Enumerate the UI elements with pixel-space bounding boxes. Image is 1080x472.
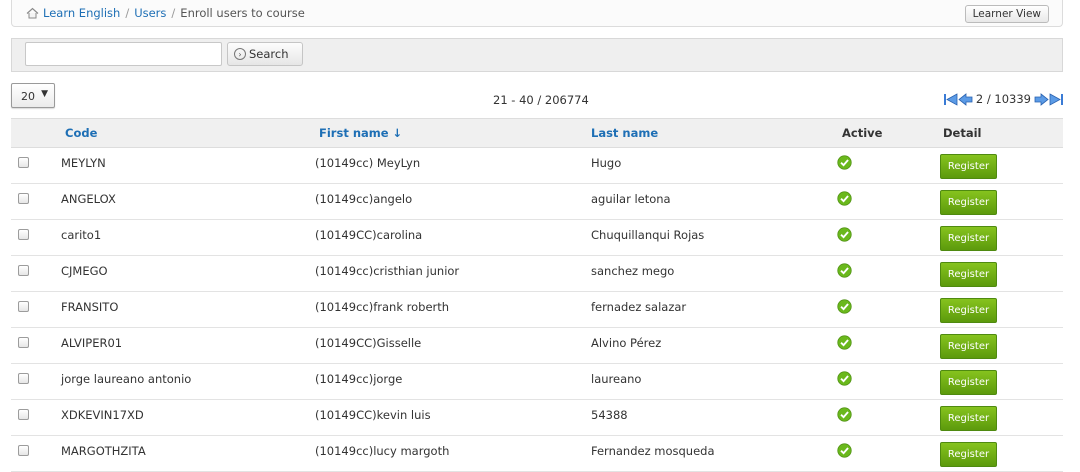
detail-column-header: Detail: [943, 126, 982, 140]
user-code: carito1: [61, 227, 102, 242]
first-page-icon[interactable]: [943, 92, 958, 106]
row-checkbox[interactable]: [18, 229, 29, 240]
last-name-column-header[interactable]: Last name: [591, 126, 658, 140]
chevron-right-icon: ›: [234, 48, 246, 60]
page-indicator: 2 / 10339: [975, 92, 1031, 106]
user-last-name: Chuquillanqui Rojas: [591, 227, 705, 242]
active-check-icon: [837, 371, 852, 386]
register-button[interactable]: Register: [940, 406, 997, 431]
search-button-label: Search: [249, 47, 289, 61]
register-button[interactable]: Register: [940, 154, 997, 179]
row-checkbox[interactable]: [18, 373, 29, 384]
user-first-name: (10149cc)angelo: [315, 191, 413, 206]
row-checkbox[interactable]: [18, 193, 29, 204]
search-input[interactable]: [25, 42, 222, 66]
table-row: jorge laureano antonio (10149cc)jorge la…: [11, 363, 1063, 400]
user-first-name: (10149cc)lucy margoth: [315, 443, 450, 458]
row-checkbox[interactable]: [18, 409, 29, 420]
breadcrumb-separator: /: [171, 6, 176, 20]
user-code: CJMEGO: [61, 263, 108, 278]
active-check-icon: [837, 263, 852, 278]
register-button[interactable]: Register: [940, 442, 997, 467]
register-button[interactable]: Register: [940, 298, 997, 323]
user-last-name: laureano: [591, 371, 642, 386]
user-first-name: (10149CC)kevin luis: [315, 407, 431, 422]
user-last-name: sanchez mego: [591, 263, 675, 278]
table-row: ALVIPER01 (10149CC)Gisselle Alvino Pérez…: [11, 327, 1063, 364]
table-row: FRANSITO (10149cc)frank roberth fernadez…: [11, 291, 1063, 328]
register-button[interactable]: Register: [940, 334, 997, 359]
last-page-icon[interactable]: [1049, 92, 1064, 106]
user-last-name: Fernandez mosqueda: [591, 443, 715, 458]
breadcrumb-bar: Learn English / Users / Enroll users to …: [11, 0, 1063, 27]
register-button[interactable]: Register: [940, 226, 997, 251]
per-page-select[interactable]: 20 ▼: [11, 83, 55, 108]
user-last-name: 54388: [591, 407, 628, 422]
active-check-icon: [837, 299, 852, 314]
breadcrumb: Learn English / Users / Enroll users to …: [26, 6, 305, 20]
register-button[interactable]: Register: [940, 262, 997, 287]
table-header-row: Code First name ↓ Last name Active Detai…: [11, 118, 1063, 148]
user-first-name: (10149cc) MeyLyn: [315, 155, 421, 170]
per-page-value: 20: [21, 90, 35, 103]
user-code: ANGELOX: [61, 191, 116, 206]
users-table: Code First name ↓ Last name Active Detai…: [11, 118, 1063, 472]
result-range: 21 - 40 / 206774: [493, 93, 589, 107]
active-column-header: Active: [842, 126, 883, 140]
active-check-icon: [837, 155, 852, 170]
table-row: XDKEVIN17XD (10149CC)kevin luis 54388 Re…: [11, 399, 1063, 436]
row-checkbox[interactable]: [18, 445, 29, 456]
row-checkbox[interactable]: [18, 157, 29, 168]
user-first-name: (10149CC)carolina: [315, 227, 423, 242]
user-code: MARGOTHZITA: [61, 443, 146, 458]
user-last-name: Alvino Pérez: [591, 335, 662, 350]
breadcrumb-users-link[interactable]: Users: [134, 6, 166, 20]
user-first-name: (10149cc)jorge: [315, 371, 403, 386]
row-checkbox[interactable]: [18, 301, 29, 312]
search-button[interactable]: › Search: [227, 42, 303, 66]
table-row: carito1 (10149CC)carolina Chuquillanqui …: [11, 219, 1063, 256]
next-page-icon[interactable]: [1034, 92, 1049, 106]
user-last-name: Hugo: [591, 155, 622, 170]
dropdown-arrow-icon: ▼: [41, 89, 48, 99]
user-code: FRANSITO: [61, 299, 119, 314]
user-code: ALVIPER01: [61, 335, 123, 350]
first-name-column-header[interactable]: First name ↓: [319, 126, 402, 140]
row-checkbox[interactable]: [18, 337, 29, 348]
user-code: XDKEVIN17XD: [61, 407, 144, 422]
user-last-name: fernadez salazar: [591, 299, 687, 314]
breadcrumb-home-link[interactable]: Learn English: [43, 6, 120, 20]
user-last-name: aguilar letona: [591, 191, 671, 206]
active-check-icon: [837, 407, 852, 422]
code-column-header[interactable]: Code: [65, 126, 97, 140]
active-check-icon: [837, 335, 852, 350]
user-first-name: (10149CC)Gisselle: [315, 335, 422, 350]
user-code: MEYLYN: [61, 155, 106, 170]
user-first-name: (10149cc)frank roberth: [315, 299, 450, 314]
previous-page-icon[interactable]: [958, 92, 973, 106]
register-button[interactable]: Register: [940, 370, 997, 395]
select-column-header: [11, 118, 61, 148]
breadcrumb-separator: /: [125, 6, 130, 20]
active-check-icon: [837, 443, 852, 458]
user-code: jorge laureano antonio: [61, 371, 192, 386]
table-row: CJMEGO (10149cc)cristhian junior sanchez…: [11, 255, 1063, 292]
register-button[interactable]: Register: [940, 190, 997, 215]
active-check-icon: [837, 191, 852, 206]
home-icon[interactable]: [26, 7, 39, 19]
user-first-name: (10149cc)cristhian junior: [315, 263, 460, 278]
active-check-icon: [837, 227, 852, 242]
table-row: ANGELOX (10149cc)angelo aguilar letona R…: [11, 183, 1063, 220]
pagination: 2 / 10339: [943, 92, 1064, 106]
learner-view-button[interactable]: Learner View: [964, 5, 1049, 23]
table-row: MARGOTHZITA (10149cc)lucy margoth Fernan…: [11, 435, 1063, 472]
table-row: MEYLYN (10149cc) MeyLyn Hugo Register: [11, 147, 1063, 184]
search-bar: › Search: [11, 38, 1063, 72]
row-checkbox[interactable]: [18, 265, 29, 276]
breadcrumb-current: Enroll users to course: [180, 6, 305, 20]
